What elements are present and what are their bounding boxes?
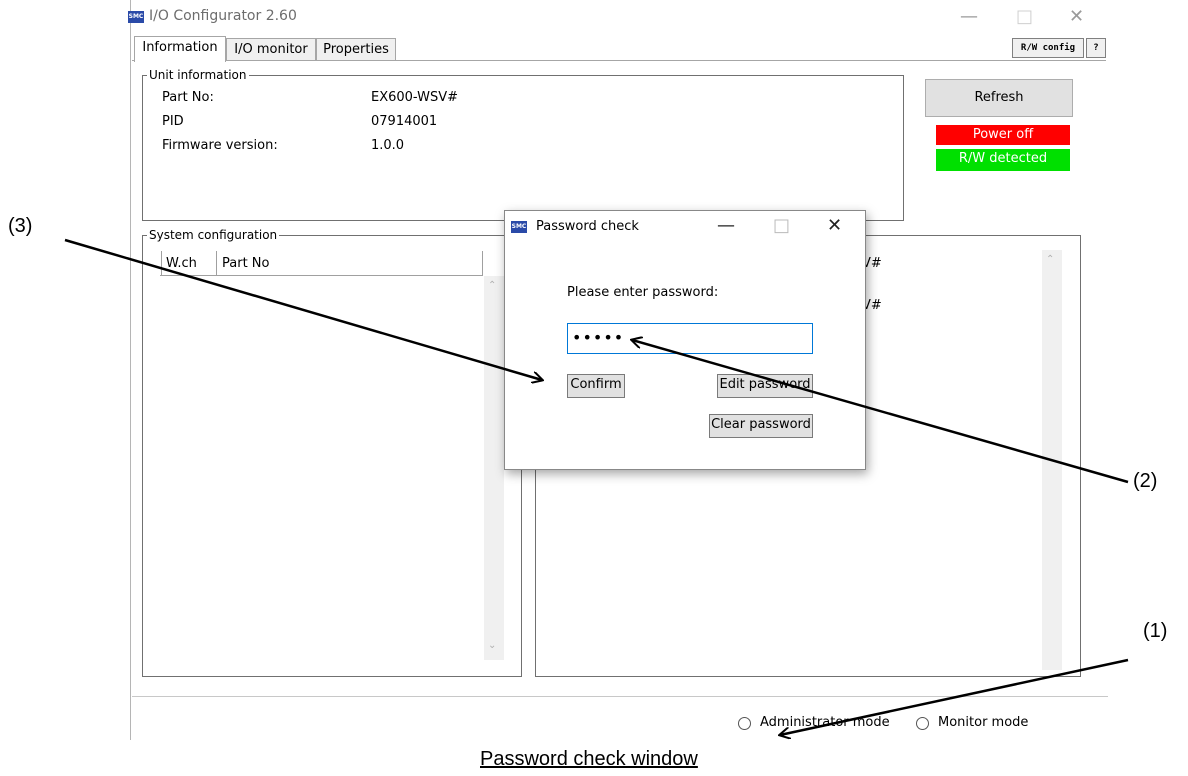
clear-password-button[interactable]: Clear password [709, 414, 813, 438]
scroll-up-icon[interactable]: ⌃ [1046, 254, 1054, 265]
system-configuration-legend: System configuration [147, 228, 280, 242]
status-bar-divider [132, 696, 1108, 697]
rw-config-button[interactable]: R/W config [1012, 38, 1084, 58]
monitor-mode-radio[interactable] [916, 717, 929, 730]
password-input[interactable]: ••••• [567, 323, 813, 354]
dialog-maximize-button[interactable]: □ [773, 217, 790, 235]
callout-3-label: (3) [8, 215, 33, 237]
dialog-title: Password check [536, 219, 639, 234]
unit-information-legend: Unit information [147, 68, 249, 82]
monitor-mode-label: Monitor mode [938, 715, 1029, 730]
pid-value: 07914001 [371, 114, 438, 129]
rw-status-badge: R/W detected [936, 149, 1070, 171]
dialog-close-button[interactable]: ✕ [827, 217, 842, 235]
close-button[interactable]: ✕ [1069, 8, 1084, 26]
window-title: I/O Configurator 2.60 [149, 8, 297, 24]
part-no-label: Part No: [162, 90, 214, 105]
administrator-mode-label: Administrator mode [760, 715, 890, 730]
firmware-label: Firmware version: [162, 138, 278, 153]
system-config-scrollbar[interactable] [484, 276, 504, 660]
edit-password-button[interactable]: Edit password [717, 374, 813, 398]
figure-caption: Password check window [480, 748, 698, 770]
dialog-minimize-button[interactable]: — [717, 217, 735, 235]
password-check-dialog: SMC Password check — □ ✕ Please enter pa… [504, 210, 866, 470]
smc-app-icon: SMC [128, 11, 144, 23]
callout-2-label: (2) [1133, 470, 1158, 492]
tab-properties[interactable]: Properties [316, 38, 396, 61]
scroll-up-icon[interactable]: ⌃ [488, 280, 496, 291]
detail-scrollbar[interactable] [1042, 250, 1062, 670]
system-configuration-group [142, 235, 522, 677]
firmware-value: 1.0.0 [371, 138, 405, 153]
column-header-row [160, 251, 483, 276]
tab-io-monitor[interactable]: I/O monitor [226, 38, 316, 61]
part-no-value: EX600-WSV# [371, 90, 458, 105]
column-header-part-no[interactable]: Part No [222, 256, 269, 271]
password-prompt: Please enter password: [567, 285, 719, 300]
header-divider [216, 251, 217, 275]
refresh-button[interactable]: Refresh [925, 79, 1073, 117]
tab-strip-divider [132, 60, 1106, 61]
help-button[interactable]: ? [1086, 38, 1106, 58]
administrator-mode-radio[interactable] [738, 717, 751, 730]
scroll-down-icon[interactable]: ⌄ [488, 640, 496, 651]
callout-1-label: (1) [1143, 620, 1168, 642]
minimize-button[interactable]: — [960, 8, 978, 26]
confirm-button[interactable]: Confirm [567, 374, 625, 398]
header-divider [161, 251, 162, 275]
smc-app-icon: SMC [511, 221, 527, 233]
maximize-button[interactable]: □ [1016, 8, 1033, 26]
pid-label: PID [162, 114, 184, 129]
tab-information[interactable]: Information [134, 36, 226, 62]
column-header-wch[interactable]: W.ch [166, 256, 197, 271]
power-status-badge: Power off [936, 125, 1070, 145]
